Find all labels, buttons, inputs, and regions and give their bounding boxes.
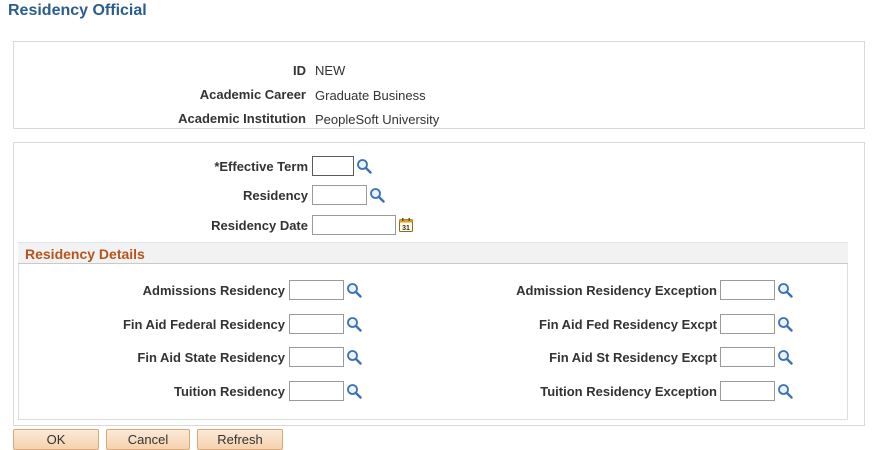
- tuition-residency-exception-label: Tuition Residency Exception: [540, 384, 717, 399]
- fin-aid-state-residency-lookup-icon[interactable]: [346, 349, 362, 365]
- residency-lookup-icon[interactable]: [369, 187, 385, 203]
- fin-aid-federal-residency-label: Fin Aid Federal Residency: [122, 317, 285, 332]
- admission-residency-exception-input[interactable]: [720, 280, 775, 300]
- residency-date-label: Residency Date: [211, 218, 308, 233]
- fin-aid-st-residency-excpt-input[interactable]: [720, 347, 775, 367]
- cancel-button[interactable]: Cancel: [106, 429, 190, 450]
- admissions-residency-input[interactable]: [289, 280, 344, 300]
- refresh-button[interactable]: Refresh: [197, 429, 283, 450]
- residency-input[interactable]: [312, 185, 367, 205]
- fin-aid-fed-residency-excpt-input[interactable]: [720, 314, 775, 334]
- fin-aid-federal-residency-lookup-icon[interactable]: [346, 316, 362, 332]
- academic-career-value: Graduate Business: [315, 88, 426, 103]
- tuition-residency-exception-input[interactable]: [720, 381, 775, 401]
- fin-aid-st-residency-excpt-lookup-icon[interactable]: [777, 349, 793, 365]
- residency-details-title: Residency Details: [25, 246, 145, 262]
- admissions-residency-label: Admissions Residency: [142, 283, 285, 298]
- calendar-icon-text: 31: [402, 225, 410, 232]
- page-title: Residency Official: [8, 2, 147, 19]
- effective-term-lookup-icon[interactable]: [356, 158, 372, 174]
- admissions-residency-lookup-icon[interactable]: [346, 282, 362, 298]
- tuition-residency-exception-lookup-icon[interactable]: [777, 383, 793, 399]
- tuition-residency-lookup-icon[interactable]: [346, 383, 362, 399]
- id-value: NEW: [315, 63, 346, 78]
- academic-institution-value: PeopleSoft University: [315, 112, 440, 127]
- fin-aid-state-residency-label: Fin Aid State Residency: [137, 350, 285, 365]
- effective-term-input[interactable]: [312, 156, 354, 176]
- admission-residency-exception-lookup-icon[interactable]: [777, 282, 793, 298]
- residency-date-input[interactable]: [312, 215, 396, 235]
- ok-button[interactable]: OK: [13, 429, 99, 450]
- fin-aid-fed-residency-excpt-lookup-icon[interactable]: [777, 316, 793, 332]
- residency-details-header: Residency Details: [18, 242, 848, 264]
- tuition-residency-label: Tuition Residency: [174, 384, 285, 399]
- admission-residency-exception-label: Admission Residency Exception: [516, 283, 717, 298]
- academic-institution-label: Academic Institution: [178, 111, 306, 126]
- fin-aid-fed-residency-excpt-label: Fin Aid Fed Residency Excpt: [539, 317, 717, 332]
- fin-aid-st-residency-excpt-label: Fin Aid St Residency Excpt: [549, 350, 717, 365]
- academic-career-label: Academic Career: [199, 87, 306, 102]
- id-label: ID: [293, 63, 306, 78]
- effective-term-label: *Effective Term: [214, 159, 308, 174]
- residency-label: Residency: [242, 188, 308, 203]
- tuition-residency-input[interactable]: [289, 381, 344, 401]
- fin-aid-federal-residency-input[interactable]: [289, 314, 344, 334]
- fin-aid-state-residency-input[interactable]: [289, 347, 344, 367]
- calendar-icon[interactable]: 31: [398, 217, 414, 233]
